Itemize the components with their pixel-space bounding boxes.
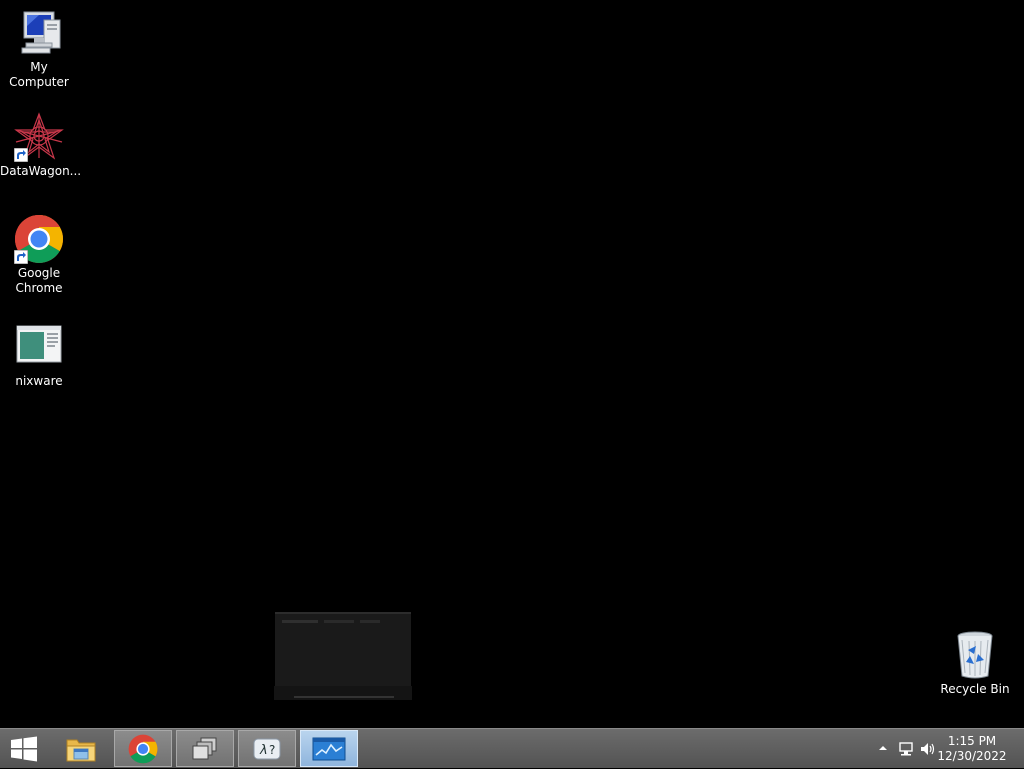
clock[interactable]: 1:15 PM 12/30/2022	[932, 734, 1012, 764]
clock-time: 1:15 PM	[947, 734, 997, 748]
desktop-icon-nixware[interactable]: nixware	[0, 322, 78, 389]
network-icon[interactable]	[898, 741, 914, 757]
desktop-icon-label: Recycle Bin	[940, 682, 1010, 696]
system-tray: 1:15 PM 12/30/2022	[864, 729, 1024, 769]
computer-icon	[14, 8, 64, 58]
chart-window-icon	[312, 737, 346, 760]
taskbar-lambda-app-button[interactable]: λ ?	[238, 730, 296, 767]
datawagon-icon	[14, 112, 64, 162]
taskbar-monitor-app-button[interactable]	[300, 730, 358, 767]
clock-date: 12/30/2022	[937, 749, 1007, 763]
desktop-icon-label: DataWagon...	[0, 164, 82, 178]
desktop-icon-label: My Computer	[9, 60, 69, 89]
desktop: My Computer DataWagon... Google Chrome n…	[0, 0, 1024, 728]
folder-icon	[66, 739, 96, 761]
svg-text:λ: λ	[259, 743, 268, 758]
taskbar-chrome-button[interactable]	[114, 730, 172, 767]
desktop-icon-label: nixware	[15, 374, 63, 388]
lambda-icon: λ ?	[253, 738, 281, 759]
chrome-icon	[128, 734, 158, 763]
taskbar: λ ? 1:15 PM 12/30/2022	[0, 728, 1024, 768]
nixware-icon	[14, 322, 64, 372]
desktop-icon-label: Google Chrome	[15, 266, 63, 295]
desktop-icon-my-computer[interactable]: My Computer	[0, 8, 78, 90]
desktop-icon-google-chrome[interactable]: Google Chrome	[0, 214, 78, 296]
taskbar-task-view-button[interactable]	[176, 730, 234, 767]
start-button[interactable]	[0, 730, 48, 767]
windows-logo-icon	[11, 736, 37, 761]
show-hidden-icons-arrow[interactable]	[878, 743, 888, 753]
shortcut-arrow-icon	[14, 250, 28, 264]
chrome-icon	[14, 214, 64, 264]
desktop-icon-recycle-bin[interactable]: Recycle Bin	[936, 630, 1014, 697]
svg-text:?: ?	[269, 743, 275, 757]
shortcut-arrow-icon	[14, 148, 28, 162]
taskbar-thumbnail-preview[interactable]	[274, 612, 412, 700]
recycle-bin-icon	[950, 630, 1000, 680]
windows-stack-icon	[192, 737, 217, 759]
desktop-icon-datawagon[interactable]: DataWagon...	[0, 112, 82, 179]
taskbar-file-explorer-button[interactable]	[52, 730, 110, 767]
